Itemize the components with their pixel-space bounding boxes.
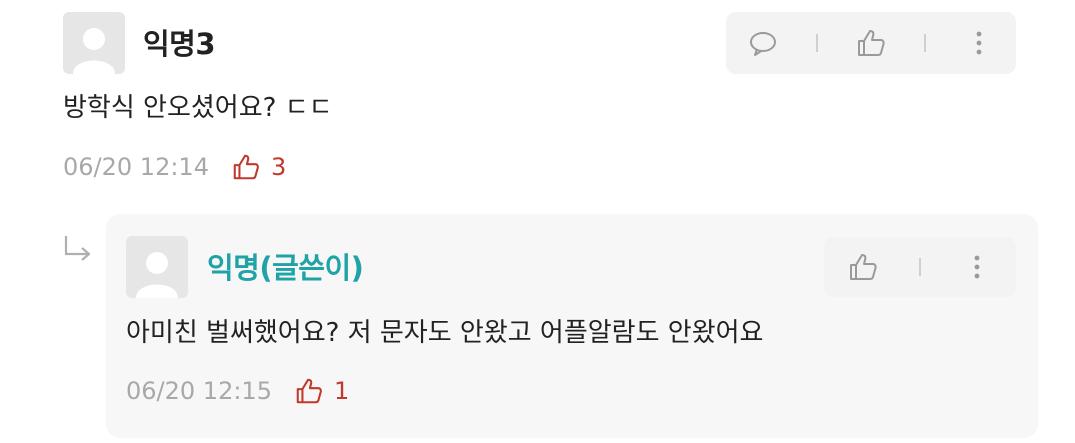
- like-count-badge[interactable]: 1: [294, 376, 349, 406]
- reply-author-op: 익명(글쓴이): [207, 251, 364, 285]
- like-button[interactable]: [841, 245, 885, 289]
- like-count: 3: [270, 153, 287, 181]
- comment-meta: 06/20 12:14 3: [63, 152, 286, 182]
- like-count-badge[interactable]: 3: [231, 152, 286, 182]
- thumbs-up-icon: [850, 254, 877, 280]
- avatar: [63, 12, 125, 74]
- thumbs-up-icon: [296, 378, 322, 404]
- thumbs-up-icon: [233, 154, 259, 180]
- speech-bubble-icon: [750, 32, 777, 56]
- comment-body: 방학식 안오셨어요? ㄷㄷ: [63, 93, 333, 123]
- reply-meta: 06/20 12:15 1: [126, 376, 349, 406]
- divider: [816, 34, 819, 52]
- divider: [923, 34, 926, 52]
- like-count: 1: [333, 377, 350, 405]
- more-button[interactable]: [955, 245, 999, 289]
- like-button[interactable]: [849, 21, 893, 65]
- more-vertical-icon: [974, 255, 980, 279]
- reply-body: 아미친 벌써했어요? 저 문자도 안왔고 어플알람도 안왔어요: [126, 318, 764, 348]
- user-silhouette-icon: [73, 28, 115, 74]
- thumbs-up-icon: [857, 30, 885, 56]
- timestamp: 06/20 12:14: [63, 153, 209, 181]
- reply-button[interactable]: [741, 21, 785, 65]
- divider: [919, 258, 921, 276]
- reply-action-bar: [824, 237, 1016, 297]
- timestamp: 06/20 12:15: [126, 377, 272, 405]
- reply-arrow-icon: [64, 236, 91, 261]
- comment-action-bar: [726, 12, 1016, 74]
- avatar: [126, 236, 188, 298]
- comment-author: 익명3: [143, 27, 216, 61]
- user-silhouette-icon: [136, 252, 178, 298]
- more-button[interactable]: [957, 21, 1001, 65]
- more-vertical-icon: [976, 31, 981, 55]
